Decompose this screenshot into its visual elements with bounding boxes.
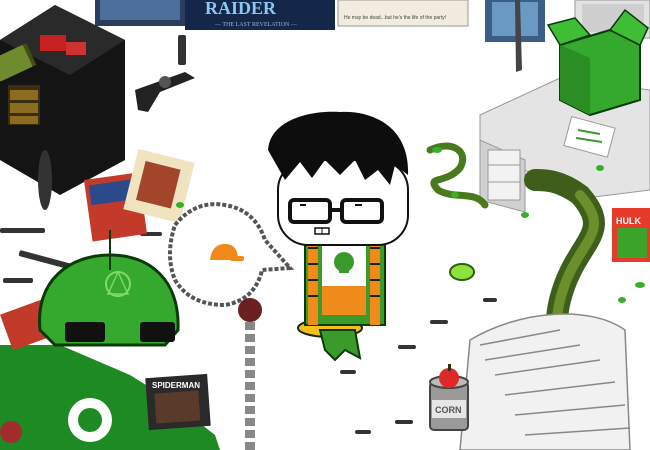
- green-helmet[interactable]: [38, 230, 180, 347]
- spring-pole[interactable]: [238, 298, 262, 450]
- spiral-staircase[interactable]: [459, 313, 631, 450]
- spiderman-comic[interactable]: SPIDERMAN: [145, 373, 211, 431]
- red-ball-icon[interactable]: [0, 421, 22, 443]
- poster-tomb-raider[interactable]: RAIDER — THE LAST REVELATION —: [185, 0, 335, 30]
- poster-caption: He may be dead...but he's the life of th…: [344, 15, 446, 21]
- poster-raider-subtitle: — THE LAST REVELATION —: [214, 22, 298, 28]
- poster-raider-title: RAIDER: [205, 0, 277, 18]
- hulk-comic-title: HULK: [616, 216, 641, 226]
- speech-bubble[interactable]: [168, 202, 295, 308]
- revolver-icon[interactable]: [135, 72, 195, 112]
- red-toy-icon: [40, 35, 66, 51]
- poster-party-movie[interactable]: He may be dead...but he's the life of th…: [337, 0, 469, 27]
- game-scene: RAIDER — THE LAST REVELATION — He may be…: [0, 0, 650, 450]
- hulk-comic[interactable]: HULK: [612, 208, 650, 262]
- poster-dark-left: [95, 0, 185, 26]
- corn-can[interactable]: CORN: [429, 364, 469, 431]
- dresser[interactable]: [0, 5, 125, 195]
- player-character[interactable]: [268, 111, 409, 362]
- lime-icon[interactable]: [449, 263, 475, 281]
- red-toy-icon: [66, 42, 86, 55]
- spiderman-comic-title: SPIDERMAN: [152, 381, 200, 390]
- corn-can-label: CORN: [435, 405, 462, 415]
